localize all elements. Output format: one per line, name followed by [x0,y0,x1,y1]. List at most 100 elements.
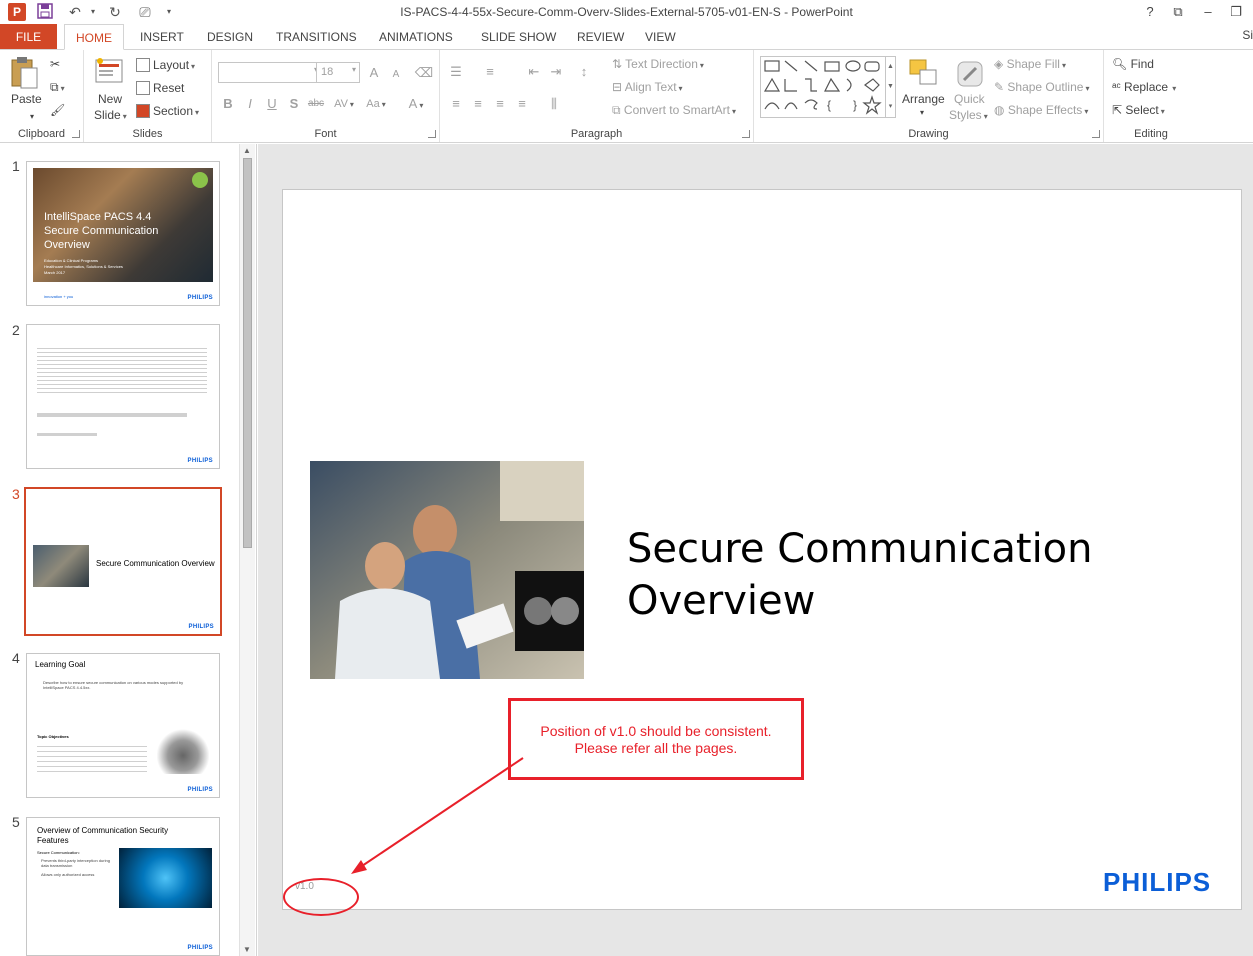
shapes-gallery-scroll-icon[interactable]: ▲ ▼ ▾ [885,57,895,117]
justify-icon[interactable]: ≡ [512,94,532,114]
clipboard-launcher-icon[interactable] [72,130,80,138]
font-color-button[interactable]: A ▾ [402,94,430,114]
shrink-font-button[interactable]: A [386,65,406,85]
ribbon-tabs: FILE HOME INSERT DESIGN TRANSITIONS ANIM… [0,24,1253,50]
decrease-indent-icon[interactable]: ⇤ [524,62,544,82]
ribbon-display-options-icon[interactable]: ⧉ [1168,3,1188,21]
clear-formatting-icon[interactable]: ⌫ [414,63,434,83]
find-button[interactable]: 🔍︎ Find [1112,57,1154,71]
layout-label: Layout [153,58,190,72]
shape-effects-icon: ◍ [994,103,1008,117]
text-direction-button[interactable]: ⇅ Text Direction ▾ [612,57,704,71]
tab-slideshow[interactable]: SLIDE SHOW [473,24,564,50]
new-slide-button[interactable]: Slide ▾ [94,108,127,122]
text-direction-label: Text Direction [625,57,698,71]
arrange-icon[interactable] [908,58,940,90]
font-launcher-icon[interactable] [428,130,436,138]
thumb-bullet: Allows only authorized access [41,872,95,877]
align-right-icon[interactable]: ≡ [490,94,510,114]
new-slide-icon[interactable] [94,56,126,88]
line-spacing-icon[interactable]: ↕ [574,62,594,82]
tab-file[interactable]: FILE [0,24,57,50]
columns-icon[interactable]: ⫼ [544,94,564,114]
shapes-gallery[interactable]: {} ▲ ▼ ▾ [760,56,896,118]
font-size-combo[interactable]: 18 ▾ [316,62,360,83]
convert-smartart-button[interactable]: ⧉ Convert to SmartArt ▾ [612,103,736,118]
restore-button[interactable]: ❐ [1226,3,1246,21]
scrollbar-thumb[interactable] [243,158,252,548]
arrange-dropdown-icon[interactable]: ▾ [920,108,924,117]
grow-font-button[interactable]: A [364,63,384,83]
tab-view[interactable]: VIEW [637,24,684,50]
quick-styles-button[interactable]: Styles ▾ [949,108,988,122]
paste-button[interactable]: Paste [11,92,42,106]
slide-thumbnail-2[interactable]: PHILIPS [26,324,220,469]
tab-animations[interactable]: ANIMATIONS [371,24,461,50]
strikethrough-button[interactable]: abc [306,94,326,114]
reset-button[interactable]: Reset [136,81,184,95]
shape-fill-button[interactable]: ◈ Shape Fill ▾ [994,57,1066,71]
replace-icon: ᵃᶜ [1112,80,1125,94]
layout-button[interactable]: Layout ▾ [136,58,195,72]
paste-icon[interactable] [9,56,41,89]
scroll-up-icon[interactable]: ▲ [243,146,251,155]
drawing-launcher-icon[interactable] [1092,130,1100,138]
replace-button[interactable]: ᵃᶜ Replace ▾ [1112,80,1176,94]
char-spacing-label: AV [334,98,348,110]
format-painter-icon[interactable]: 🖌 [50,103,65,117]
shape-effects-button[interactable]: ◍ Shape Effects ▾ [994,103,1088,117]
quick-styles-label-1[interactable]: Quick [954,92,985,106]
section-button[interactable]: Section ▾ [136,104,199,118]
copy-icon[interactable]: ⧉ ▾ [50,80,65,95]
thumb-philips-logo: PHILIPS [187,945,213,951]
tab-design[interactable]: DESIGN [199,24,261,50]
underline-button[interactable]: U [262,94,282,114]
shadow-button[interactable]: S [284,94,304,114]
numbering-icon[interactable]: ≡ [480,62,500,82]
paragraph-launcher-icon[interactable] [742,130,750,138]
reset-label: Reset [153,81,185,95]
change-case-button[interactable]: Aa ▾ [362,94,390,114]
tab-insert[interactable]: INSERT [132,24,192,50]
new-slide-label-1[interactable]: New [98,92,122,106]
font-name-combo[interactable]: ▾ [218,62,322,83]
slide-thumbnail-4[interactable]: Learning Goal Describe how to ensure sec… [26,653,220,798]
slide-canvas[interactable]: Secure Communication Overview PHILIPS v1… [282,189,1242,916]
new-slide-dropdown-icon: ▾ [122,112,127,121]
thumbnail-scrollbar[interactable]: ▲ ▼ [239,144,255,956]
sign-in-link[interactable]: Si [1242,28,1253,42]
slides-group: New Slide ▾ Layout ▾ Reset Section ▾ Slides [84,50,212,142]
tab-review[interactable]: REVIEW [569,24,632,50]
select-button[interactable]: ⇱ Select ▾ [1112,103,1165,117]
tab-transitions[interactable]: TRANSITIONS [268,24,365,50]
slide-photo[interactable] [310,461,584,679]
bold-button[interactable]: B [218,94,238,114]
shape-outline-button[interactable]: ✎ Shape Outline ▾ [994,80,1089,94]
char-spacing-button[interactable]: AV ▾ [330,94,358,114]
bullets-icon[interactable]: ☰ [446,62,466,82]
thumb-title: Secure Communication Overview [96,559,215,568]
quick-styles-icon[interactable] [954,58,986,90]
increase-indent-icon[interactable]: ⇥ [546,62,566,82]
align-left-icon[interactable]: ≡ [446,94,466,114]
cut-icon[interactable]: ✂ [50,57,60,71]
slide-title[interactable]: Secure Communication Overview [627,523,1187,627]
slide-thumbnail-3[interactable]: Secure Communication Overview PHILIPS [24,487,222,636]
slide-thumbnail-5[interactable]: Overview of Communication Security Featu… [26,817,220,956]
minimize-button[interactable]: – [1198,3,1218,21]
scroll-down-icon[interactable]: ▼ [243,945,251,954]
thumb-text-block [37,742,147,772]
select-label: Select [1125,103,1159,117]
slide-thumbnail-1[interactable]: IntelliSpace PACS 4.4 Secure Communicati… [26,161,220,306]
help-button[interactable]: ? [1140,3,1160,21]
tab-home[interactable]: HOME [64,24,124,50]
align-center-icon[interactable]: ≡ [468,94,488,114]
review-comment-line-1: Position of v1.0 should be consistent. [540,723,772,739]
arrange-button[interactable]: Arrange [902,92,945,106]
thumb-title: IntelliSpace PACS 4.4 Secure Communicati… [44,211,159,251]
italic-button[interactable]: I [240,94,260,114]
review-comment-box[interactable]: Position of v1.0 should be consistent. P… [508,698,804,780]
thumb-subtitle: March 2017 [44,270,66,275]
paste-dropdown-icon[interactable]: ▾ [30,112,34,121]
align-text-button[interactable]: ⊟ Align Text ▾ [612,80,683,94]
